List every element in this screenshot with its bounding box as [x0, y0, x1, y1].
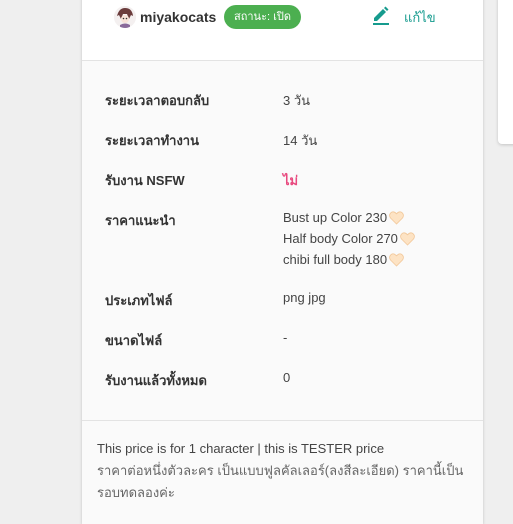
- card-header: miyakocats สถานะ: เปิด แก้ไข: [82, 0, 483, 61]
- response-time-label: ระยะเวลาตอบกลับ: [105, 93, 210, 108]
- detail-row-total-jobs: รับงานแล้วทั้งหมด 0: [82, 370, 483, 410]
- file-size-label: ขนาดไฟล์: [105, 333, 163, 348]
- nsfw-label: รับงาน NSFW: [105, 173, 185, 188]
- pencil-icon: [372, 5, 390, 30]
- detail-row-response-time: ระยะเวลาตอบกลับ 3 วัน: [82, 90, 483, 130]
- details-list: ระยะเวลาตอบกลับ 3 วัน ระยะเวลาทำงาน 14 ว…: [82, 90, 483, 410]
- total-jobs-label: รับงานแล้วทั้งหมด: [105, 373, 207, 388]
- note-thai: ราคาต่อหนึ่งตัวละคร เป็นแบบฟูลคัลเลอร์(ล…: [97, 463, 464, 500]
- status-badge: สถานะ: เปิด: [224, 5, 301, 29]
- detail-row-work-time: ระยะเวลาทำงาน 14 วัน: [82, 130, 483, 170]
- file-type-value: png jpg: [283, 290, 326, 305]
- edit-label: แก้ไข: [404, 9, 436, 25]
- nsfw-value: ไม่: [283, 173, 299, 188]
- price-label: ราคาแนะนำ: [105, 213, 176, 228]
- work-time-label: ระยะเวลาทำงาน: [105, 133, 199, 148]
- work-time-value: 14 วัน: [283, 133, 318, 148]
- price-item-text: Half body Color 270: [283, 231, 398, 246]
- price-item: Bust up Color 230: [283, 210, 415, 231]
- avatar[interactable]: [114, 6, 136, 28]
- response-time-value: 3 วัน: [283, 93, 311, 108]
- heart-icon: [400, 232, 415, 249]
- detail-row-file-type: ประเภทไฟล์ png jpg: [82, 290, 483, 330]
- adjacent-card: [498, 0, 513, 144]
- divider: [82, 420, 483, 421]
- detail-row-price: ราคาแนะนำ Bust up Color 230 Half body Co…: [82, 210, 483, 290]
- price-list: Bust up Color 230 Half body Color 270 ch…: [283, 210, 415, 273]
- price-item: chibi full body 180: [283, 252, 415, 273]
- detail-row-nsfw: รับงาน NSFW ไม่: [82, 170, 483, 210]
- price-item-text: chibi full body 180: [283, 252, 388, 267]
- edit-button[interactable]: แก้ไข: [372, 4, 436, 30]
- total-jobs-value: 0: [283, 370, 291, 385]
- file-size-value: -: [283, 330, 288, 345]
- heart-icon: [389, 211, 404, 228]
- price-note: This price is for 1 character | this is …: [97, 438, 477, 504]
- detail-row-file-size: ขนาดไฟล์ -: [82, 330, 483, 370]
- price-item-text: Bust up Color 230: [283, 210, 388, 225]
- file-type-label: ประเภทไฟล์: [105, 293, 173, 308]
- commission-card: miyakocats สถานะ: เปิด แก้ไข ระยะเวลาตอบ…: [82, 0, 483, 524]
- heart-icon: [389, 253, 404, 270]
- username[interactable]: miyakocats: [140, 9, 216, 25]
- price-item: Half body Color 270: [283, 231, 415, 252]
- note-english: This price is for 1 character | this is …: [97, 441, 385, 456]
